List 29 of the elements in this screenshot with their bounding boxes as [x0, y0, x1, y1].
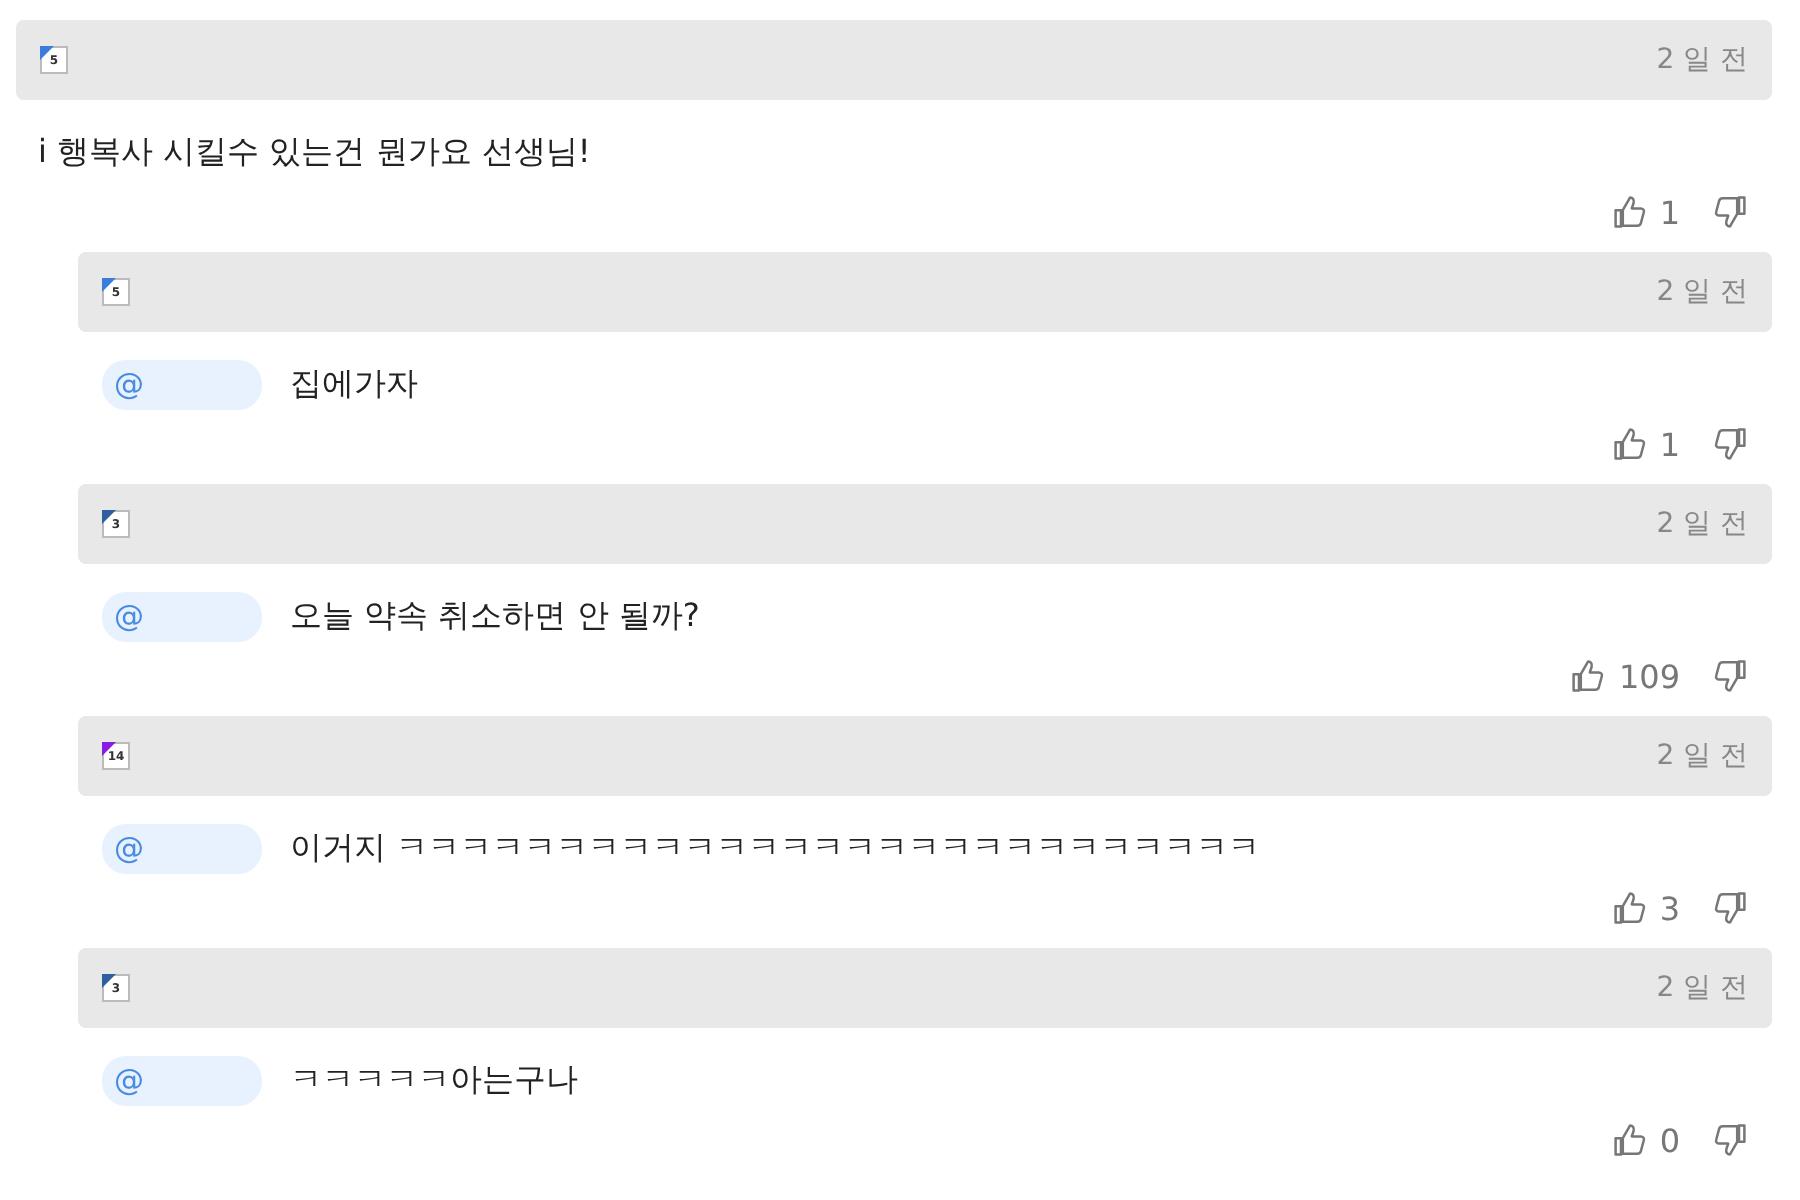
like-count: 1 [1659, 193, 1680, 231]
timestamp: 2 일 전 [1656, 274, 1748, 310]
like-count: 3 [1659, 889, 1680, 927]
timestamp: 2 일 전 [1656, 738, 1748, 774]
comment-text: 오늘 약속 취소하면 안 될까? [290, 595, 700, 637]
comment-text: ㅋㅋㅋㅋㅋ아는구나 [290, 1059, 578, 1101]
thumbs-down-icon[interactable] [1712, 1122, 1748, 1158]
mention-tag[interactable]: @ [102, 591, 262, 641]
timestamp: 2 일 전 [1656, 42, 1748, 78]
thumbs-up-icon[interactable] [1570, 658, 1607, 694]
mention-tag[interactable]: @ [102, 359, 262, 409]
thumbs-up-icon[interactable] [1611, 1122, 1648, 1158]
thumbs-up-icon[interactable] [1611, 890, 1648, 926]
mention-tag[interactable]: @ [102, 823, 262, 873]
mention-tag[interactable]: @ [102, 1055, 262, 1105]
comment-text: 이거지 ㅋㅋㅋㅋㅋㅋㅋㅋㅋㅋㅋㅋㅋㅋㅋㅋㅋㅋㅋㅋㅋㅋㅋㅋㅋㅋㅋ [290, 827, 1261, 869]
thumbs-up-icon[interactable] [1611, 194, 1648, 230]
comment-text: i 행복사 시킬수 있는건 뭔가요 선생님! [38, 131, 591, 173]
like-count: 109 [1618, 657, 1680, 695]
thumbs-down-icon[interactable] [1712, 426, 1748, 462]
thumbs-up-icon[interactable] [1611, 426, 1648, 462]
thumbs-down-icon[interactable] [1712, 658, 1748, 694]
timestamp: 2 일 전 [1656, 970, 1748, 1006]
like-count: 1 [1659, 425, 1680, 463]
like-count: 0 [1659, 1121, 1680, 1159]
timestamp: 2 일 전 [1656, 506, 1748, 542]
comment-text: 집에가자 [290, 363, 418, 405]
thumbs-down-icon[interactable] [1712, 890, 1748, 926]
thumbs-down-icon[interactable] [1712, 194, 1748, 230]
